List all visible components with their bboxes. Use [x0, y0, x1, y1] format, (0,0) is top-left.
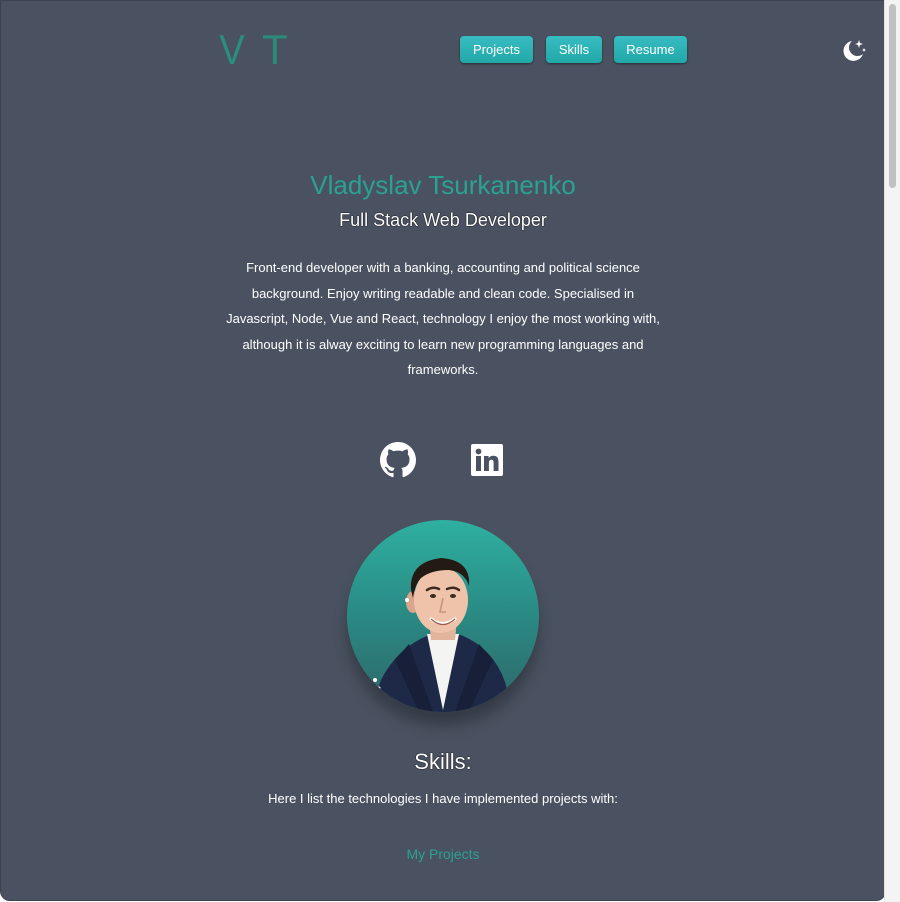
nav-projects-button[interactable]: Projects [460, 36, 533, 63]
nav-skills-button[interactable]: Skills [546, 36, 602, 63]
moon-stars-icon [843, 40, 866, 61]
skills-heading: Skills: [414, 749, 472, 774]
person-portrait-illustration [369, 558, 513, 712]
logo[interactable]: V T [218, 26, 298, 73]
main-nav: Projects Skills Resume [460, 36, 687, 63]
hero-job-title: Full Stack Web Developer [339, 210, 547, 230]
linkedin-link[interactable] [471, 444, 503, 476]
my-projects-link[interactable]: My Projects [1, 845, 885, 863]
dark-mode-toggle[interactable] [839, 37, 867, 65]
hero-name: Vladyslav Tsurkanenko [310, 170, 576, 200]
scrollbar-thumb[interactable] [889, 4, 896, 188]
logo-letter-v: V [219, 26, 245, 73]
profile-photo [347, 520, 539, 712]
linkedin-icon [471, 444, 503, 476]
hero-bio: Front-end developer with a banking, acco… [226, 260, 660, 377]
skills-subtitle: Here I list the technologies I have impl… [268, 791, 618, 806]
vertical-scrollbar[interactable] [884, 0, 900, 902]
github-link[interactable] [380, 442, 416, 478]
github-icon [380, 442, 416, 478]
page-window: V T Projects Skills Resume Vladyslav Tsu… [0, 0, 886, 901]
nav-resume-button[interactable]: Resume [614, 36, 687, 63]
logo-letter-t: T [262, 26, 288, 73]
